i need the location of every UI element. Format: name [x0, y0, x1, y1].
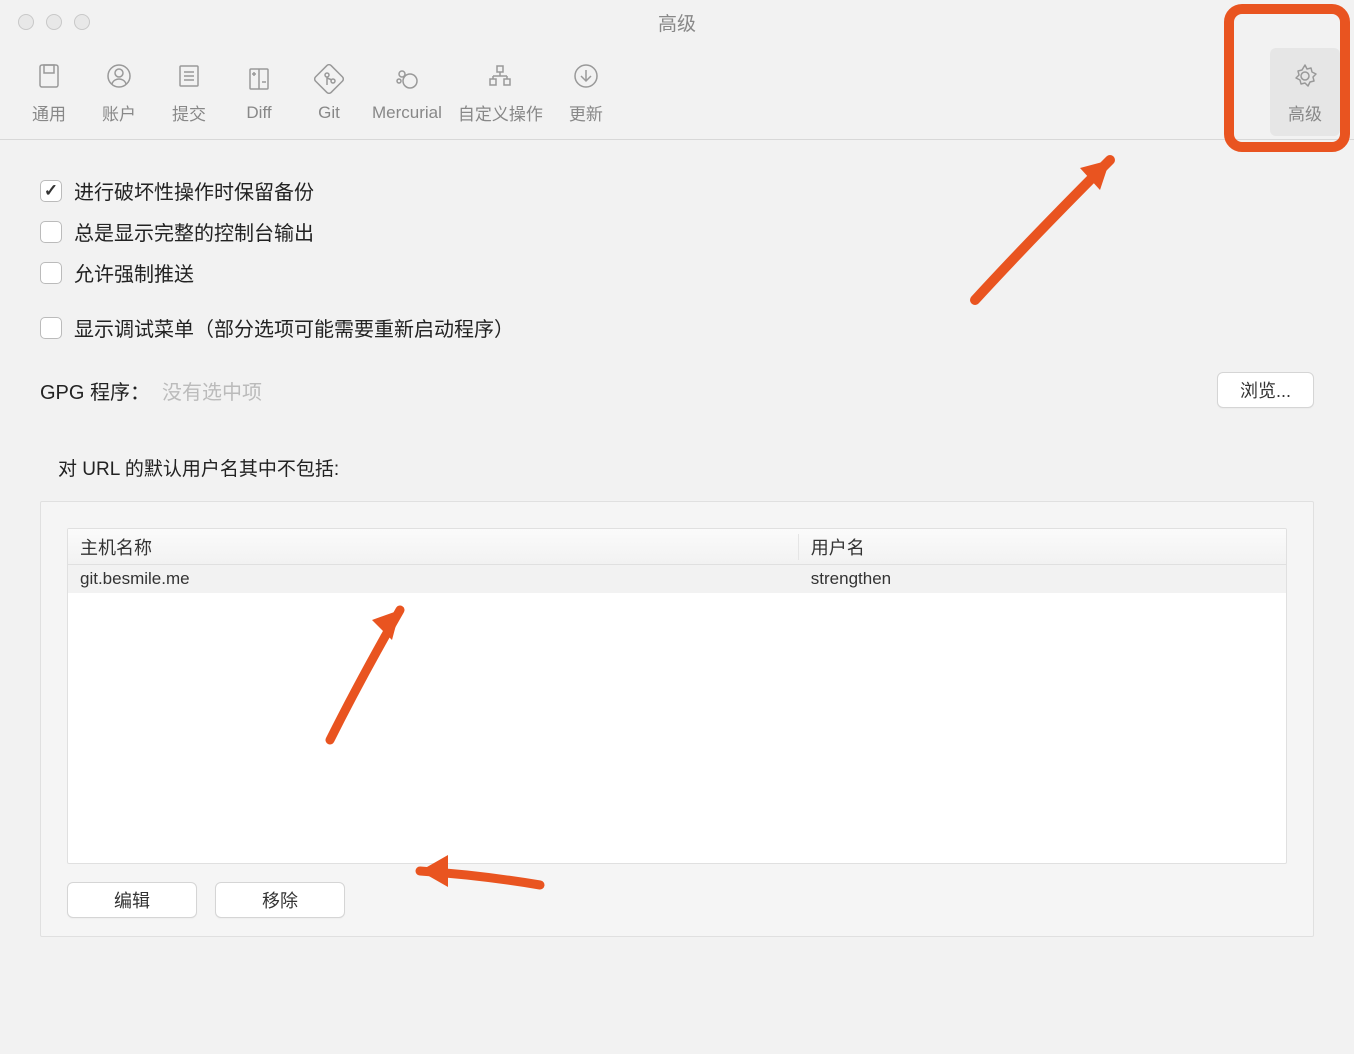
checkbox-label: 允许强制推送 [74, 258, 194, 287]
checkbox-label: 总是显示完整的控制台输出 [74, 217, 314, 246]
hosts-table-container: 主机名称 用户名 git.besmile.me strengthen 编辑 移除 [40, 501, 1314, 937]
tab-account[interactable]: 账户 [84, 48, 154, 136]
update-icon [568, 58, 604, 94]
tab-update[interactable]: 更新 [551, 48, 621, 136]
zoom-window-button[interactable] [74, 14, 90, 30]
checkbox-label: 显示调试菜单（部分选项可能需要重新启动程序） [74, 313, 514, 342]
diff-icon [241, 61, 277, 97]
tab-custom-actions[interactable]: 自定义操作 [450, 48, 551, 136]
checkbox-icon[interactable] [40, 221, 62, 243]
close-window-button[interactable] [18, 14, 34, 30]
toolbar: 通用 账户 提交 Diff Git Mercurial 自定义操作 更新 高级 [0, 44, 1354, 140]
cell-host: git.besmile.me [68, 569, 799, 589]
tab-label: 自定义操作 [458, 100, 543, 125]
window-title: 高级 [658, 9, 696, 36]
checkbox-full-console[interactable]: 总是显示完整的控制台输出 [40, 217, 1314, 246]
tab-label: Diff [246, 103, 271, 123]
tab-general[interactable]: 通用 [14, 48, 84, 136]
table-buttons: 编辑 移除 [67, 882, 1287, 918]
hosts-table: 主机名称 用户名 git.besmile.me strengthen [67, 528, 1287, 864]
checkbox-icon[interactable] [40, 262, 62, 284]
commit-icon [171, 58, 207, 94]
checkbox-backup-destructive[interactable]: 进行破坏性操作时保留备份 [40, 176, 1314, 205]
checkbox-debug-menu[interactable]: 显示调试菜单（部分选项可能需要重新启动程序） [40, 313, 1314, 342]
tab-label: Mercurial [372, 103, 442, 123]
tab-label: 账户 [102, 100, 136, 125]
tab-label: 提交 [172, 100, 206, 125]
account-icon [101, 58, 137, 94]
checkbox-icon[interactable] [40, 180, 62, 202]
checkbox-icon[interactable] [40, 317, 62, 339]
titlebar: 高级 [0, 0, 1354, 44]
general-icon [31, 58, 67, 94]
remove-button[interactable]: 移除 [215, 882, 345, 918]
table-header: 主机名称 用户名 [68, 529, 1286, 565]
tab-label: 通用 [32, 100, 66, 125]
custom-actions-icon [482, 58, 518, 94]
table-row[interactable]: git.besmile.me strengthen [68, 565, 1286, 593]
minimize-window-button[interactable] [46, 14, 62, 30]
tab-label: 高级 [1288, 100, 1322, 125]
tab-label: Git [318, 103, 340, 123]
column-user[interactable]: 用户名 [799, 534, 1286, 560]
checkbox-label: 进行破坏性操作时保留备份 [74, 176, 314, 205]
hosts-section-label: 对 URL 的默认用户名其中不包括: [58, 454, 1314, 481]
tab-diff[interactable]: Diff [224, 48, 294, 136]
gpg-row: GPG 程序： 没有选中项 浏览... [40, 372, 1314, 408]
tab-advanced[interactable]: 高级 [1270, 48, 1340, 136]
gpg-label: GPG 程序： [40, 376, 150, 405]
git-icon [311, 61, 347, 97]
tab-git[interactable]: Git [294, 48, 364, 136]
checkbox-force-push[interactable]: 允许强制推送 [40, 258, 1314, 287]
tab-label: 更新 [569, 100, 603, 125]
traffic-lights [0, 14, 90, 30]
content: 进行破坏性操作时保留备份 总是显示完整的控制台输出 允许强制推送 显示调试菜单（… [0, 140, 1354, 973]
edit-button[interactable]: 编辑 [67, 882, 197, 918]
gear-icon [1287, 58, 1323, 94]
column-host[interactable]: 主机名称 [68, 534, 799, 560]
browse-button[interactable]: 浏览... [1217, 372, 1314, 408]
gpg-value: 没有选中项 [162, 376, 262, 405]
cell-user: strengthen [799, 569, 1286, 589]
mercurial-icon [389, 61, 425, 97]
tab-mercurial[interactable]: Mercurial [364, 48, 450, 136]
tab-commit[interactable]: 提交 [154, 48, 224, 136]
